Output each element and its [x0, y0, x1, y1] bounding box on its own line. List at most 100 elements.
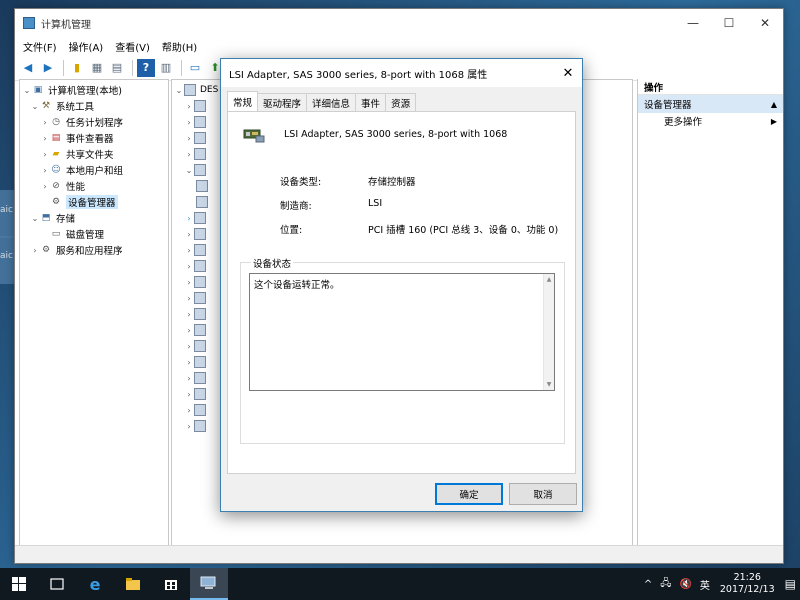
maximize-button[interactable]: ☐ — [711, 9, 747, 37]
expand-icon[interactable]: › — [184, 214, 194, 223]
expand-icon[interactable]: › — [184, 374, 194, 383]
expand-icon[interactable]: › — [40, 182, 50, 191]
tree-item-root[interactable]: ⌄ ▣ 计算机管理(本地) — [22, 82, 122, 98]
tree-item-device-manager[interactable]: ⚙ 设备管理器 — [40, 194, 118, 210]
device-category[interactable]: ⌄ — [184, 162, 206, 178]
menu-action[interactable]: 操作(A) — [69, 39, 104, 54]
store-button[interactable] — [152, 568, 190, 600]
scroll-up-icon[interactable]: ▲ — [544, 276, 554, 283]
menu-view[interactable]: 查看(V) — [115, 39, 150, 54]
minimize-button[interactable]: — — [675, 9, 711, 37]
device-item[interactable] — [196, 178, 208, 194]
start-button[interactable] — [0, 568, 38, 600]
expand-icon[interactable]: › — [184, 342, 194, 351]
expand-icon[interactable]: › — [184, 134, 194, 143]
network-icon[interactable]: 🖧 — [660, 576, 671, 593]
device-category[interactable]: › — [184, 146, 206, 162]
cancel-button[interactable]: 取消 — [509, 483, 577, 505]
collapse-icon[interactable]: ⌄ — [184, 166, 194, 175]
expand-icon[interactable]: › — [184, 310, 194, 319]
device-category[interactable]: › — [184, 306, 206, 322]
expand-icon[interactable]: › — [40, 166, 50, 175]
device-category[interactable]: › — [184, 114, 206, 130]
back-icon[interactable]: ◀ — [19, 59, 37, 77]
expand-icon[interactable]: › — [40, 150, 50, 159]
dialog-close-button[interactable]: ✕ — [554, 59, 582, 87]
tree-item-performance[interactable]: › ⊘ 性能 — [40, 178, 85, 194]
ok-button[interactable]: 确定 — [435, 483, 503, 505]
tree-item-storage[interactable]: ⌄ ⬒ 存储 — [30, 210, 75, 226]
tree-item-system-tools[interactable]: ⌄ ⚒ 系统工具 — [30, 98, 94, 114]
tab-driver[interactable]: 驱动程序 — [257, 93, 308, 111]
expand-icon[interactable]: › — [184, 294, 194, 303]
device-status-textbox[interactable]: 这个设备运转正常。 ▲ ▼ — [249, 273, 555, 391]
edge-browser-button[interactable]: e — [76, 568, 114, 600]
expand-icon[interactable]: › — [184, 390, 194, 399]
device-category[interactable]: › — [184, 418, 206, 434]
actions-section-device-manager[interactable]: 设备管理器 ▲ — [638, 95, 783, 113]
show-hide-tree-icon[interactable]: ▦ — [88, 59, 106, 77]
expand-icon[interactable]: › — [40, 118, 50, 127]
tree-item-shared-folders[interactable]: › ▰ 共享文件夹 — [40, 146, 113, 162]
properties-icon[interactable]: ▤ — [108, 59, 126, 77]
tab-resources[interactable]: 资源 — [385, 93, 417, 111]
more-actions-item[interactable]: 更多操作 ▶ — [638, 113, 783, 129]
ime-indicator[interactable]: 英 — [700, 577, 710, 592]
menu-help[interactable]: 帮助(H) — [162, 39, 197, 54]
device-category[interactable]: › — [184, 242, 206, 258]
volume-icon[interactable]: 🔇 — [679, 579, 691, 590]
device-category[interactable]: › — [184, 338, 206, 354]
device-tree-root[interactable]: ⌄ DES — [174, 82, 218, 98]
menu-file[interactable]: 文件(F) — [23, 39, 57, 54]
tree-item-task-scheduler[interactable]: › ◷ 任务计划程序 — [40, 114, 123, 130]
tree-item-event-viewer[interactable]: › ▤ 事件查看器 — [40, 130, 113, 146]
expand-icon[interactable]: › — [184, 358, 194, 367]
expand-icon[interactable]: › — [184, 278, 194, 287]
device-item[interactable] — [196, 194, 208, 210]
device-category[interactable]: › — [184, 130, 206, 146]
device-category[interactable]: › — [184, 258, 206, 274]
expand-icon[interactable]: › — [184, 102, 194, 111]
device-category[interactable]: › — [184, 210, 206, 226]
collapse-icon[interactable]: ⌄ — [22, 86, 32, 95]
expand-icon[interactable]: › — [184, 230, 194, 239]
device-category[interactable]: › — [184, 386, 206, 402]
expand-icon[interactable]: › — [184, 406, 194, 415]
expand-icon[interactable]: › — [184, 326, 194, 335]
tab-details[interactable]: 详细信息 — [306, 93, 357, 111]
expand-icon[interactable]: › — [184, 150, 194, 159]
task-view-button[interactable] — [38, 568, 76, 600]
device-category[interactable]: › — [184, 290, 206, 306]
help-icon[interactable]: ? — [137, 58, 155, 77]
device-category[interactable]: › — [184, 354, 206, 370]
monitor-icon[interactable]: ▭ — [186, 59, 204, 77]
device-category[interactable]: › — [184, 226, 206, 242]
forward-icon[interactable]: ▶ — [39, 59, 57, 77]
collapse-icon[interactable]: ⌄ — [30, 102, 40, 111]
show-hidden-icons-icon[interactable]: ^ — [644, 579, 652, 590]
device-category[interactable]: › — [184, 370, 206, 386]
notification-center-icon[interactable]: ▤ — [785, 577, 796, 591]
scroll-down-icon[interactable]: ▼ — [544, 381, 554, 388]
collapse-icon[interactable]: ⌄ — [174, 86, 184, 95]
device-category[interactable]: › — [184, 98, 206, 114]
expand-icon[interactable]: › — [184, 118, 194, 127]
tab-events[interactable]: 事件 — [355, 93, 387, 111]
file-explorer-button[interactable] — [114, 568, 152, 600]
expand-icon[interactable]: › — [184, 422, 194, 431]
tree-item-disk-management[interactable]: ▭ 磁盘管理 — [40, 226, 104, 242]
expand-icon[interactable]: › — [30, 246, 40, 255]
tab-general[interactable]: 常规 — [227, 91, 259, 111]
view-icon[interactable]: ▥ — [157, 59, 175, 77]
expand-icon[interactable]: › — [184, 262, 194, 271]
clock[interactable]: 21:26 2017/12/13 — [720, 572, 775, 596]
device-category[interactable]: › — [184, 322, 206, 338]
computer-management-taskbar-button[interactable] — [190, 568, 228, 600]
expand-icon[interactable]: › — [40, 134, 50, 143]
tree-item-local-users[interactable]: › ☺ 本地用户和组 — [40, 162, 123, 178]
collapse-arrow-icon[interactable]: ▲ — [771, 100, 777, 109]
up-folder-icon[interactable]: ▮ — [68, 59, 86, 77]
expand-icon[interactable]: › — [184, 246, 194, 255]
close-button[interactable]: ✕ — [747, 9, 783, 37]
status-scrollbar[interactable]: ▲ ▼ — [543, 274, 554, 390]
